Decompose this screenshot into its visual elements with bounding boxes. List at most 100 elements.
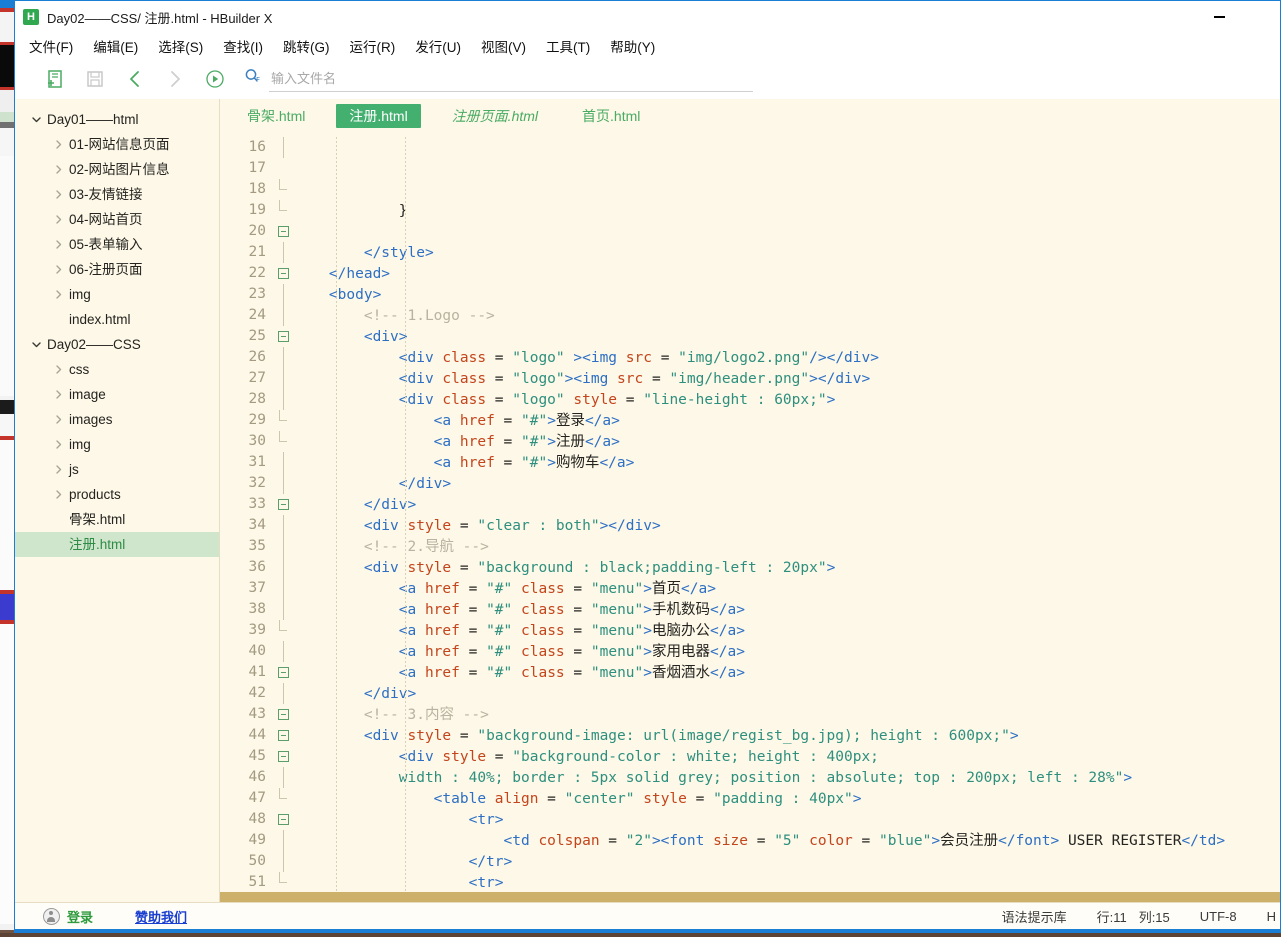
code-line[interactable]: </tr> bbox=[294, 852, 1280, 873]
tree-item[interactable]: 06-注册页面 bbox=[15, 257, 219, 282]
run-button[interactable] bbox=[195, 63, 235, 95]
code-line[interactable]: <div class = "logo" style = "line-height… bbox=[294, 390, 1280, 411]
tree-item[interactable]: 01-网站信息页面 bbox=[15, 132, 219, 157]
code-line[interactable]: <!-- 3.内容 --> bbox=[294, 705, 1280, 726]
tree-item[interactable]: css bbox=[15, 357, 219, 382]
back-button[interactable] bbox=[115, 63, 155, 95]
code-line[interactable]: </div> bbox=[294, 474, 1280, 495]
sponsor-link[interactable]: 赞助我们 bbox=[135, 907, 187, 926]
code-line[interactable]: </div> bbox=[294, 684, 1280, 705]
chevron-right-icon[interactable] bbox=[51, 438, 65, 452]
chevron-right-icon[interactable] bbox=[51, 238, 65, 252]
code-line[interactable]: <tr> bbox=[294, 810, 1280, 831]
chevron-right-icon[interactable] bbox=[51, 138, 65, 152]
tree-item[interactable]: Day02——CSS bbox=[15, 332, 219, 357]
code-line[interactable] bbox=[294, 222, 1280, 243]
chevron-right-icon[interactable] bbox=[51, 388, 65, 402]
tree-item[interactable]: products bbox=[15, 482, 219, 507]
menu-item-select[interactable]: 选择(S) bbox=[158, 36, 203, 56]
code-line[interactable]: <td colspan = "2"><font size = "5" color… bbox=[294, 831, 1280, 852]
code-line[interactable]: <div style = "clear : both"></div> bbox=[294, 516, 1280, 537]
tree-item[interactable]: 04-网站首页 bbox=[15, 207, 219, 232]
chevron-down-icon[interactable] bbox=[29, 338, 43, 352]
code-line[interactable]: <table align = "center" style = "padding… bbox=[294, 789, 1280, 810]
login-link[interactable]: 登录 bbox=[67, 907, 93, 926]
code-line[interactable]: <a href = "#" class = "menu">家用电器</a> bbox=[294, 642, 1280, 663]
code-line[interactable]: <a href = "#" class = "menu">香烟酒水</a> bbox=[294, 663, 1280, 684]
project-tree-sidebar[interactable]: Day01——html 01-网站信息页面 02-网站图片信息 03-友情链接 04-网… bbox=[15, 99, 220, 902]
chevron-right-icon[interactable] bbox=[51, 163, 65, 177]
code-line[interactable]: <a href = "#">购物车</a> bbox=[294, 453, 1280, 474]
code-line[interactable]: </div> bbox=[294, 495, 1280, 516]
horizontal-scrollbar[interactable] bbox=[220, 892, 1280, 902]
tree-item[interactable]: js bbox=[15, 457, 219, 482]
code-fold-gutter[interactable] bbox=[272, 133, 294, 892]
code-line[interactable]: <div style = "background-image: url(imag… bbox=[294, 726, 1280, 747]
chevron-down-icon[interactable] bbox=[29, 113, 43, 127]
encoding-status[interactable]: UTF-8 bbox=[1200, 909, 1237, 924]
code-line[interactable]: <div style = "background-color : white; … bbox=[294, 747, 1280, 768]
cursor-line-status[interactable]: 行:11 bbox=[1097, 907, 1127, 926]
code-editor[interactable]: 16 17 18 19 20 21 22 23 24 25 26 27 28 29 30 31 32 33 34 35… bbox=[220, 133, 1280, 892]
code-line[interactable]: <a href = "#" class = "menu">首页</a> bbox=[294, 579, 1280, 600]
tree-item[interactable]: image bbox=[15, 382, 219, 407]
minimize-button[interactable] bbox=[1202, 1, 1236, 33]
menu-item-help[interactable]: 帮助(Y) bbox=[610, 36, 655, 56]
fold-collapse-icon[interactable] bbox=[272, 704, 294, 725]
editor-tab[interactable]: 首页.html bbox=[569, 104, 653, 128]
code-line[interactable]: </style> bbox=[294, 243, 1280, 264]
code-line[interactable]: <a href = "#" class = "menu">手机数码</a> bbox=[294, 600, 1280, 621]
forward-button[interactable] bbox=[155, 63, 195, 95]
code-line[interactable]: <!-- 2.导航 --> bbox=[294, 537, 1280, 558]
code-line[interactable]: <a href = "#">登录</a> bbox=[294, 411, 1280, 432]
chevron-right-icon[interactable] bbox=[51, 288, 65, 302]
menu-item-tools[interactable]: 工具(T) bbox=[546, 36, 590, 56]
chevron-right-icon[interactable] bbox=[51, 263, 65, 277]
file-search-input[interactable] bbox=[269, 66, 753, 92]
editor-tab[interactable]: 注册页面.html bbox=[439, 104, 551, 128]
menu-item-find[interactable]: 查找(I) bbox=[223, 36, 263, 56]
menu-item-edit[interactable]: 编辑(E) bbox=[93, 36, 138, 56]
tree-item[interactable]: img bbox=[15, 432, 219, 457]
code-line[interactable]: <body> bbox=[294, 285, 1280, 306]
syntax-library-status[interactable]: 语法提示库 bbox=[1002, 907, 1067, 926]
fold-collapse-icon[interactable] bbox=[272, 662, 294, 683]
file-search-box[interactable]: F bbox=[243, 66, 753, 92]
fold-collapse-icon[interactable] bbox=[272, 221, 294, 242]
new-file-button[interactable] bbox=[35, 63, 75, 95]
chevron-right-icon[interactable] bbox=[51, 413, 65, 427]
editor-tab[interactable]: 骨架.html bbox=[234, 104, 318, 128]
chevron-right-icon[interactable] bbox=[51, 213, 65, 227]
code-content[interactable]: } </style> </head> <body> <!-- 1.Logo --… bbox=[294, 133, 1280, 892]
tree-item[interactable]: 注册.html bbox=[15, 532, 219, 557]
chevron-right-icon[interactable] bbox=[51, 463, 65, 477]
code-line[interactable]: </head> bbox=[294, 264, 1280, 285]
tree-item[interactable]: 骨架.html bbox=[15, 507, 219, 532]
fold-collapse-icon[interactable] bbox=[272, 494, 294, 515]
menu-item-goto[interactable]: 跳转(G) bbox=[283, 36, 330, 56]
code-line[interactable]: <div> bbox=[294, 327, 1280, 348]
code-line[interactable]: width : 40%; border : 5px solid grey; po… bbox=[294, 768, 1280, 789]
fold-collapse-icon[interactable] bbox=[272, 809, 294, 830]
menu-item-run[interactable]: 运行(R) bbox=[350, 36, 396, 56]
tree-item[interactable]: 05-表单输入 bbox=[15, 232, 219, 257]
tree-item[interactable]: images bbox=[15, 407, 219, 432]
fold-collapse-icon[interactable] bbox=[272, 746, 294, 767]
tree-item[interactable]: img bbox=[15, 282, 219, 307]
code-line[interactable]: <tr> bbox=[294, 873, 1280, 892]
code-line[interactable]: <div style = "background : black;padding… bbox=[294, 558, 1280, 579]
fold-collapse-icon[interactable] bbox=[272, 725, 294, 746]
code-line[interactable]: <a href = "#" class = "menu">电脑办公</a> bbox=[294, 621, 1280, 642]
chevron-right-icon[interactable] bbox=[51, 363, 65, 377]
code-line[interactable]: <a href = "#">注册</a> bbox=[294, 432, 1280, 453]
editor-tab[interactable]: 注册.html bbox=[336, 104, 421, 128]
code-line[interactable]: <div class = "logo"><img src = "img/head… bbox=[294, 369, 1280, 390]
save-button[interactable] bbox=[75, 63, 115, 95]
tree-item[interactable]: Day01——html bbox=[15, 107, 219, 132]
fold-collapse-icon[interactable] bbox=[272, 263, 294, 284]
code-line[interactable]: } bbox=[294, 201, 1280, 222]
menu-item-publish[interactable]: 发行(U) bbox=[415, 36, 461, 56]
cursor-column-status[interactable]: 列:15 bbox=[1139, 907, 1170, 926]
tree-item[interactable]: 03-友情链接 bbox=[15, 182, 219, 207]
code-line[interactable]: <!-- 1.Logo --> bbox=[294, 306, 1280, 327]
